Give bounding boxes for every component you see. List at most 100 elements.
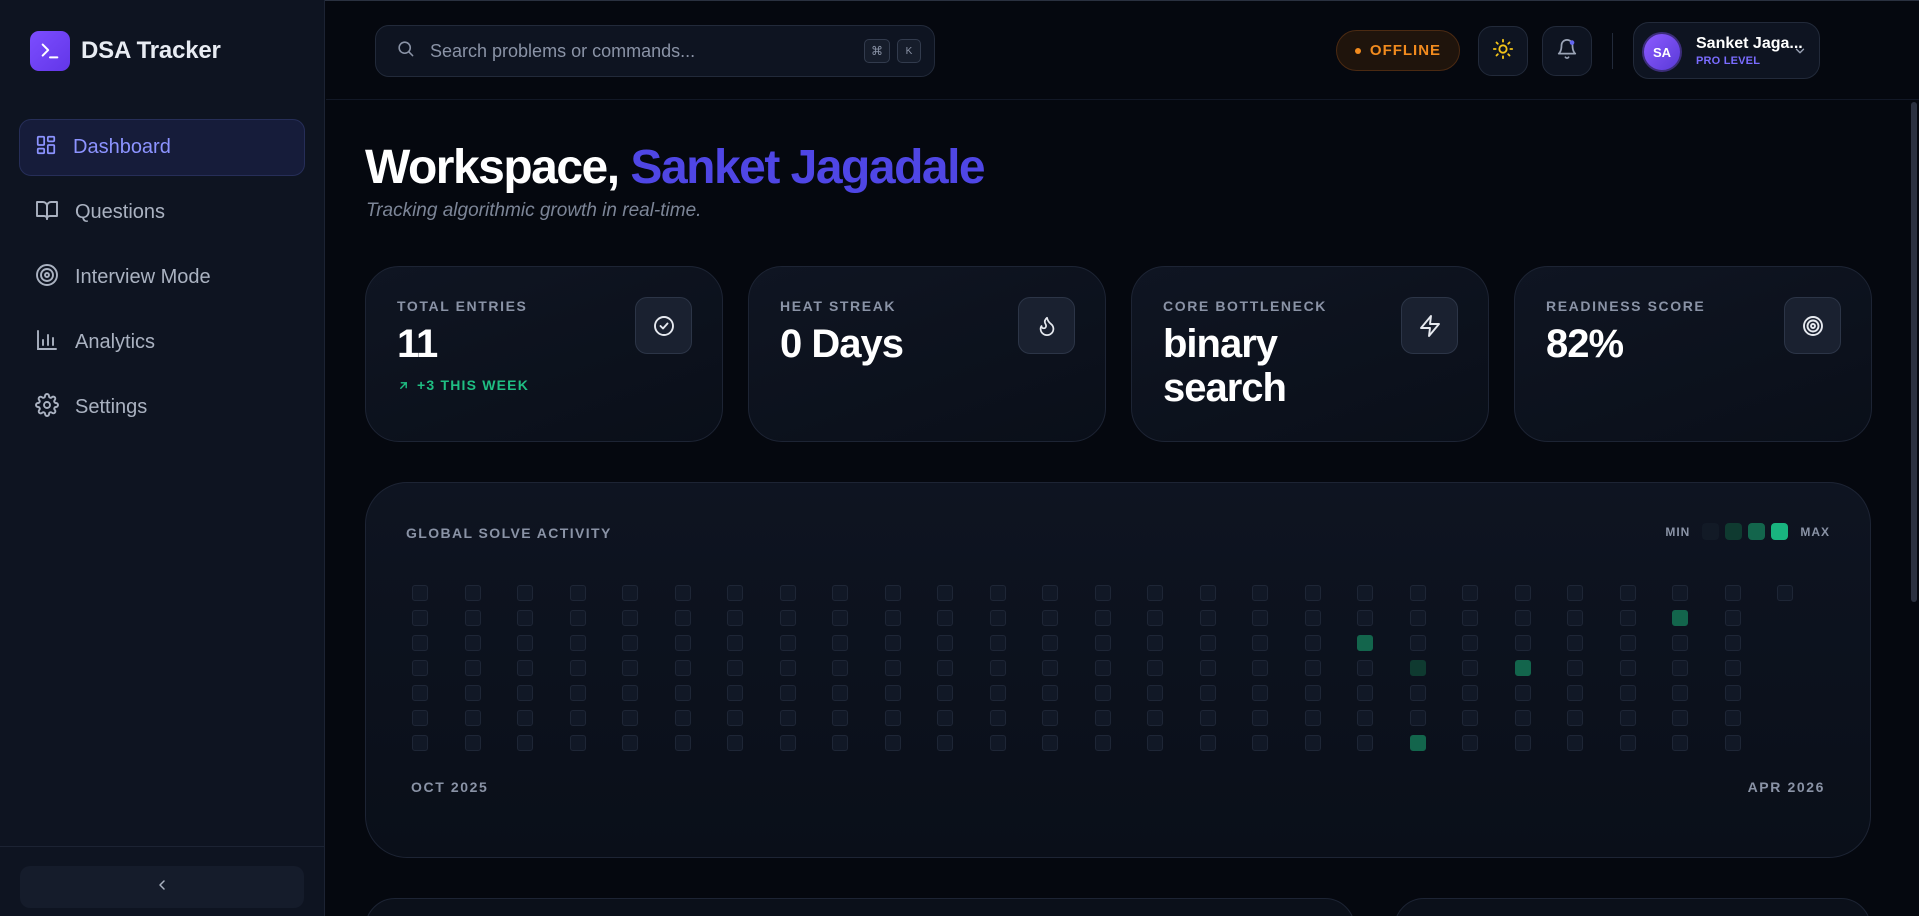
heatmap-cell[interactable] [570,635,586,651]
heatmap-cell[interactable] [675,585,691,601]
heatmap-cell[interactable] [1462,710,1478,726]
heatmap-cell[interactable] [570,610,586,626]
heatmap-cell[interactable] [675,660,691,676]
heatmap-cell[interactable] [1200,710,1216,726]
heatmap-cell[interactable] [1462,660,1478,676]
scrollbar[interactable] [1911,102,1917,602]
heatmap-cell[interactable] [1095,660,1111,676]
heatmap-cell[interactable] [1567,585,1583,601]
heatmap-cell[interactable] [517,710,533,726]
heatmap-cell[interactable] [1042,635,1058,651]
heatmap-cell[interactable] [570,660,586,676]
heatmap-cell[interactable] [1357,735,1373,751]
heatmap-cell[interactable] [1462,585,1478,601]
heatmap-cell[interactable] [1620,710,1636,726]
heatmap-cell[interactable] [1620,660,1636,676]
heatmap-cell[interactable] [990,610,1006,626]
heatmap-cell[interactable] [1620,610,1636,626]
heatmap-cell[interactable] [885,610,901,626]
heatmap-cell[interactable] [412,585,428,601]
heatmap-cell[interactable] [727,610,743,626]
heatmap-cell[interactable] [1095,610,1111,626]
heatmap-cell[interactable] [990,735,1006,751]
heatmap-cell[interactable] [885,710,901,726]
heatmap-cell[interactable] [1252,735,1268,751]
heatmap-cell[interactable] [990,710,1006,726]
heatmap-cell[interactable] [1725,685,1741,701]
heatmap-cell[interactable] [1042,735,1058,751]
heatmap-cell[interactable] [465,685,481,701]
heatmap-cell[interactable] [622,735,638,751]
heatmap-cell[interactable] [1725,585,1741,601]
heatmap-cell[interactable] [675,735,691,751]
heatmap-cell[interactable] [622,685,638,701]
heatmap-cell[interactable] [1305,635,1321,651]
heatmap-cell[interactable] [1725,660,1741,676]
heatmap-cell[interactable] [412,660,428,676]
heatmap-cell[interactable] [1620,735,1636,751]
heatmap-cell[interactable] [1095,585,1111,601]
heatmap-cell[interactable] [1410,585,1426,601]
heatmap-cell[interactable] [1305,660,1321,676]
heatmap-cell[interactable] [1252,585,1268,601]
heatmap-cell[interactable] [465,710,481,726]
heatmap-cell[interactable] [780,635,796,651]
heatmap-cell[interactable] [727,660,743,676]
heatmap-cell[interactable] [1462,635,1478,651]
heatmap-cell[interactable] [622,660,638,676]
heatmap-cell[interactable] [675,635,691,651]
heatmap-cell[interactable] [517,660,533,676]
heatmap-cell[interactable] [1672,710,1688,726]
theme-toggle-button[interactable] [1478,26,1528,76]
heatmap-cell[interactable] [1515,735,1531,751]
heatmap-cell[interactable] [1567,735,1583,751]
heatmap-cell[interactable] [832,710,848,726]
heatmap-cell[interactable] [937,635,953,651]
heatmap-cell[interactable] [990,635,1006,651]
heatmap-cell[interactable] [675,710,691,726]
heatmap-cell[interactable] [1200,735,1216,751]
heatmap-cell[interactable] [412,735,428,751]
heatmap-cell[interactable] [1305,735,1321,751]
heatmap-cell[interactable] [1095,685,1111,701]
heatmap-cell[interactable] [1515,660,1531,676]
heatmap-cell[interactable] [1147,610,1163,626]
heatmap-cell[interactable] [937,585,953,601]
heatmap-cell[interactable] [727,735,743,751]
user-profile-menu[interactable]: SA Sanket Jaga... PRO LEVEL [1633,22,1820,79]
sidebar-item-dashboard[interactable]: Dashboard [19,119,305,176]
heatmap-cell[interactable] [780,685,796,701]
heatmap-cell[interactable] [622,635,638,651]
heatmap-cell[interactable] [1147,735,1163,751]
heatmap-cell[interactable] [1252,710,1268,726]
sidebar-item-questions[interactable]: Questions [19,184,305,241]
heatmap-cell[interactable] [517,585,533,601]
heatmap-cell[interactable] [1672,660,1688,676]
heatmap-cell[interactable] [937,610,953,626]
heatmap-cell[interactable] [727,710,743,726]
heatmap-cell[interactable] [937,685,953,701]
heatmap-cell[interactable] [1147,710,1163,726]
heatmap-cell[interactable] [780,710,796,726]
heatmap-cell[interactable] [675,610,691,626]
heatmap-cell[interactable] [1567,660,1583,676]
heatmap-cell[interactable] [1410,685,1426,701]
heatmap-cell[interactable] [1725,710,1741,726]
heatmap-cell[interactable] [1357,610,1373,626]
heatmap-cell[interactable] [1462,735,1478,751]
heatmap-cell[interactable] [1147,685,1163,701]
heatmap-cell[interactable] [780,610,796,626]
heatmap-cell[interactable] [1305,685,1321,701]
heatmap-cell[interactable] [1042,660,1058,676]
heatmap-cell[interactable] [832,585,848,601]
heatmap-cell[interactable] [1200,585,1216,601]
heatmap-cell[interactable] [1200,660,1216,676]
heatmap-cell[interactable] [1672,610,1688,626]
heatmap-cell[interactable] [1462,610,1478,626]
heatmap-cell[interactable] [622,610,638,626]
heatmap-cell[interactable] [1410,735,1426,751]
heatmap-cell[interactable] [937,660,953,676]
heatmap-cell[interactable] [1042,610,1058,626]
heatmap-cell[interactable] [1042,585,1058,601]
search-input[interactable] [430,40,850,62]
